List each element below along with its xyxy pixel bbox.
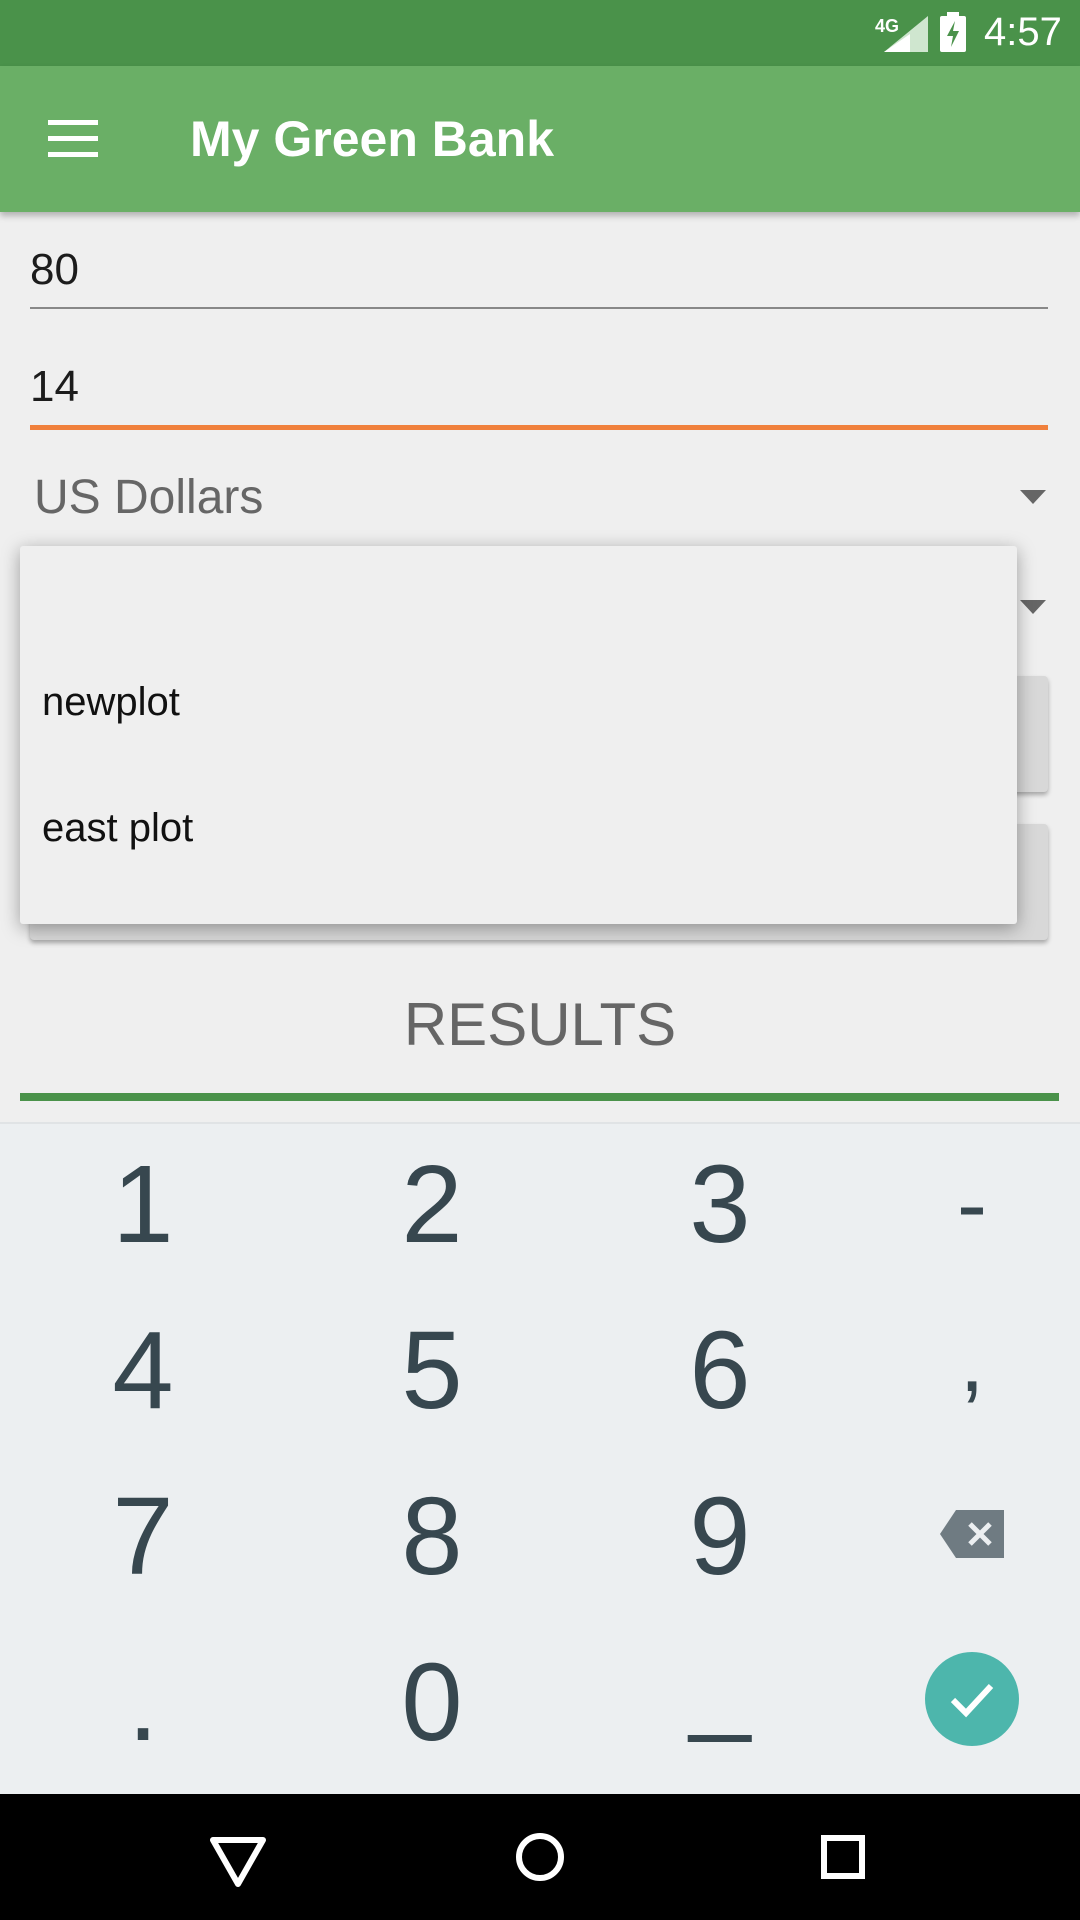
key-5[interactable]: 5 bbox=[297, 1288, 567, 1454]
key-space[interactable]: _ bbox=[585, 1600, 855, 1766]
tab-results[interactable]: RESULTS bbox=[0, 990, 1080, 1059]
signal-icon bbox=[884, 16, 928, 52]
years-input[interactable]: 14 bbox=[30, 362, 1048, 430]
app-title: My Green Bank bbox=[190, 111, 555, 167]
plot-spinner[interactable] bbox=[1020, 598, 1046, 618]
amount-input[interactable]: 80 bbox=[30, 245, 1048, 309]
status-clock: 4:57 bbox=[984, 10, 1062, 54]
menu-icon[interactable] bbox=[48, 120, 98, 158]
status-bar: 4G 4:57 bbox=[0, 0, 1080, 66]
popup-item-label: east plot bbox=[42, 806, 194, 850]
key-minus[interactable]: - bbox=[837, 1122, 1080, 1288]
key-7[interactable]: 7 bbox=[8, 1454, 278, 1620]
key-9[interactable]: 9 bbox=[585, 1454, 855, 1620]
currency-selected: US Dollars bbox=[34, 471, 264, 524]
key-3[interactable]: 3 bbox=[585, 1122, 855, 1288]
done-button[interactable] bbox=[925, 1652, 1019, 1746]
key-0[interactable]: 0 bbox=[297, 1620, 567, 1786]
back-icon[interactable] bbox=[203, 1822, 273, 1892]
key-comma[interactable]: , bbox=[837, 1278, 1080, 1444]
years-focus-underline bbox=[30, 425, 1048, 430]
key-decimal[interactable]: . bbox=[8, 1620, 278, 1786]
key-2[interactable]: 2 bbox=[297, 1122, 567, 1288]
popup-item-east-plot[interactable]: east plot bbox=[20, 798, 1017, 924]
currency-spinner[interactable]: US Dollars bbox=[34, 470, 1046, 525]
key-6[interactable]: 6 bbox=[585, 1288, 855, 1454]
years-value: 14 bbox=[30, 362, 79, 411]
battery-charging-icon bbox=[940, 12, 966, 52]
plot-dropdown-popup: newplot east plot bbox=[20, 546, 1017, 924]
dropdown-arrow-icon bbox=[1020, 600, 1046, 614]
popup-item-label: newplot bbox=[42, 680, 180, 724]
dropdown-arrow-icon bbox=[1020, 490, 1046, 504]
home-icon[interactable] bbox=[505, 1822, 575, 1892]
check-icon bbox=[950, 1683, 994, 1718]
popup-item-newplot[interactable]: newplot bbox=[20, 672, 1017, 798]
amount-underline bbox=[30, 307, 1048, 309]
key-4[interactable]: 4 bbox=[8, 1288, 278, 1454]
navigation-bar bbox=[0, 1794, 1080, 1920]
amount-value: 80 bbox=[30, 245, 79, 294]
app-bar: My Green Bank bbox=[0, 66, 1080, 212]
popup-item-empty[interactable] bbox=[20, 546, 1017, 672]
results-tab-indicator bbox=[20, 1093, 1059, 1101]
backspace-icon[interactable] bbox=[940, 1510, 1004, 1558]
recents-icon[interactable] bbox=[808, 1822, 878, 1892]
key-8[interactable]: 8 bbox=[297, 1454, 567, 1620]
key-1[interactable]: 1 bbox=[8, 1122, 278, 1288]
